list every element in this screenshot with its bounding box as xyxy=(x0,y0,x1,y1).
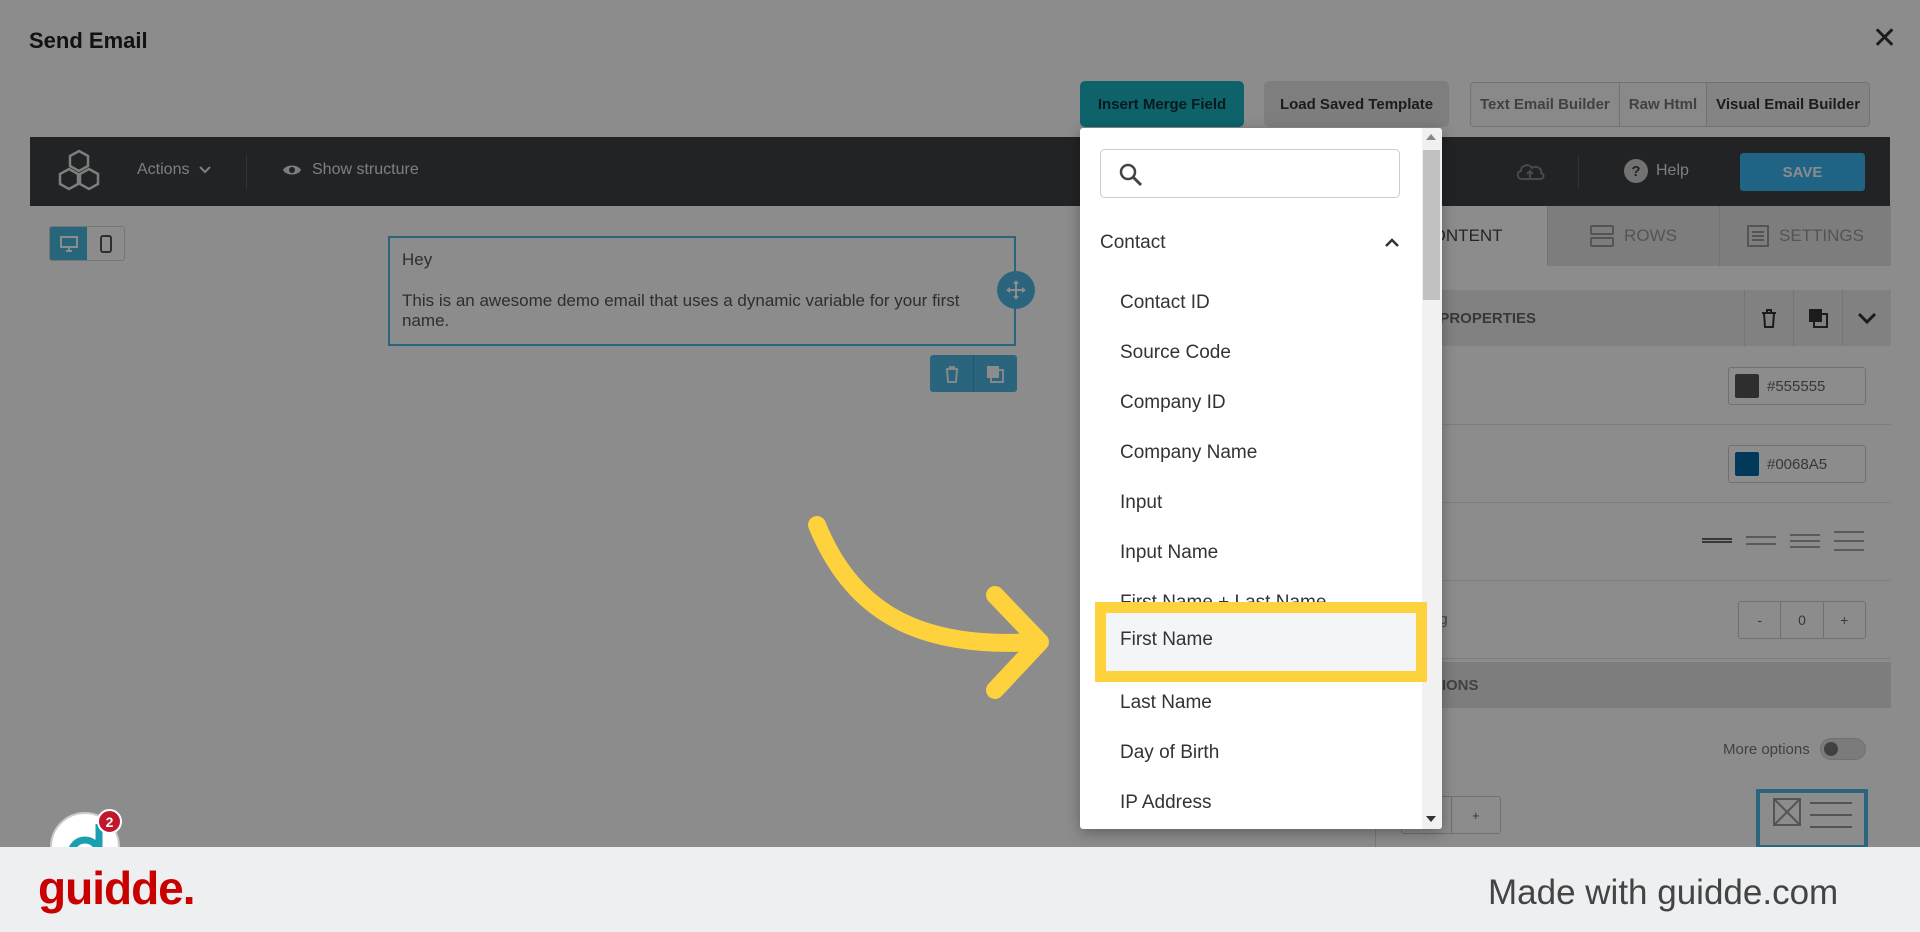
merge-field-list: Contact ID Source Code Company ID Compan… xyxy=(1120,278,1400,828)
list-item[interactable]: Last Name xyxy=(1120,678,1400,728)
list-item[interactable]: Input xyxy=(1120,478,1400,528)
list-item[interactable]: Contact ID xyxy=(1120,278,1400,328)
list-item-first-name[interactable]: First Name xyxy=(1120,629,1213,651)
merge-field-dropdown: Contact Contact ID Source Code Company I… xyxy=(1080,128,1442,829)
pointer-arrow-icon xyxy=(808,516,1049,699)
footer: guidde. Made with guidde.com xyxy=(0,847,1920,932)
chevron-up-icon xyxy=(1385,238,1399,247)
group-label: Contact xyxy=(1100,232,1166,253)
notification-badge: 2 xyxy=(97,809,122,834)
list-item[interactable]: Input Name xyxy=(1120,528,1400,578)
scroll-down-icon[interactable] xyxy=(1426,816,1436,822)
list-item[interactable]: Company Name xyxy=(1120,428,1400,478)
dim-overlay xyxy=(0,0,1920,847)
guidde-logo: guidde. xyxy=(38,862,196,914)
list-item[interactable]: Source Code xyxy=(1120,328,1400,378)
search-icon xyxy=(1119,163,1143,187)
list-item[interactable]: IP Address xyxy=(1120,778,1400,828)
made-with-text: Made with guidde.com xyxy=(1488,873,1839,912)
merge-field-search-input[interactable] xyxy=(1100,149,1400,198)
group-contact[interactable]: Contact xyxy=(1100,232,1400,254)
scrollbar-thumb[interactable] xyxy=(1423,150,1440,300)
scroll-up-icon[interactable] xyxy=(1426,134,1436,140)
list-item[interactable]: Day of Birth xyxy=(1120,728,1400,778)
list-item[interactable]: Company ID xyxy=(1120,378,1400,428)
